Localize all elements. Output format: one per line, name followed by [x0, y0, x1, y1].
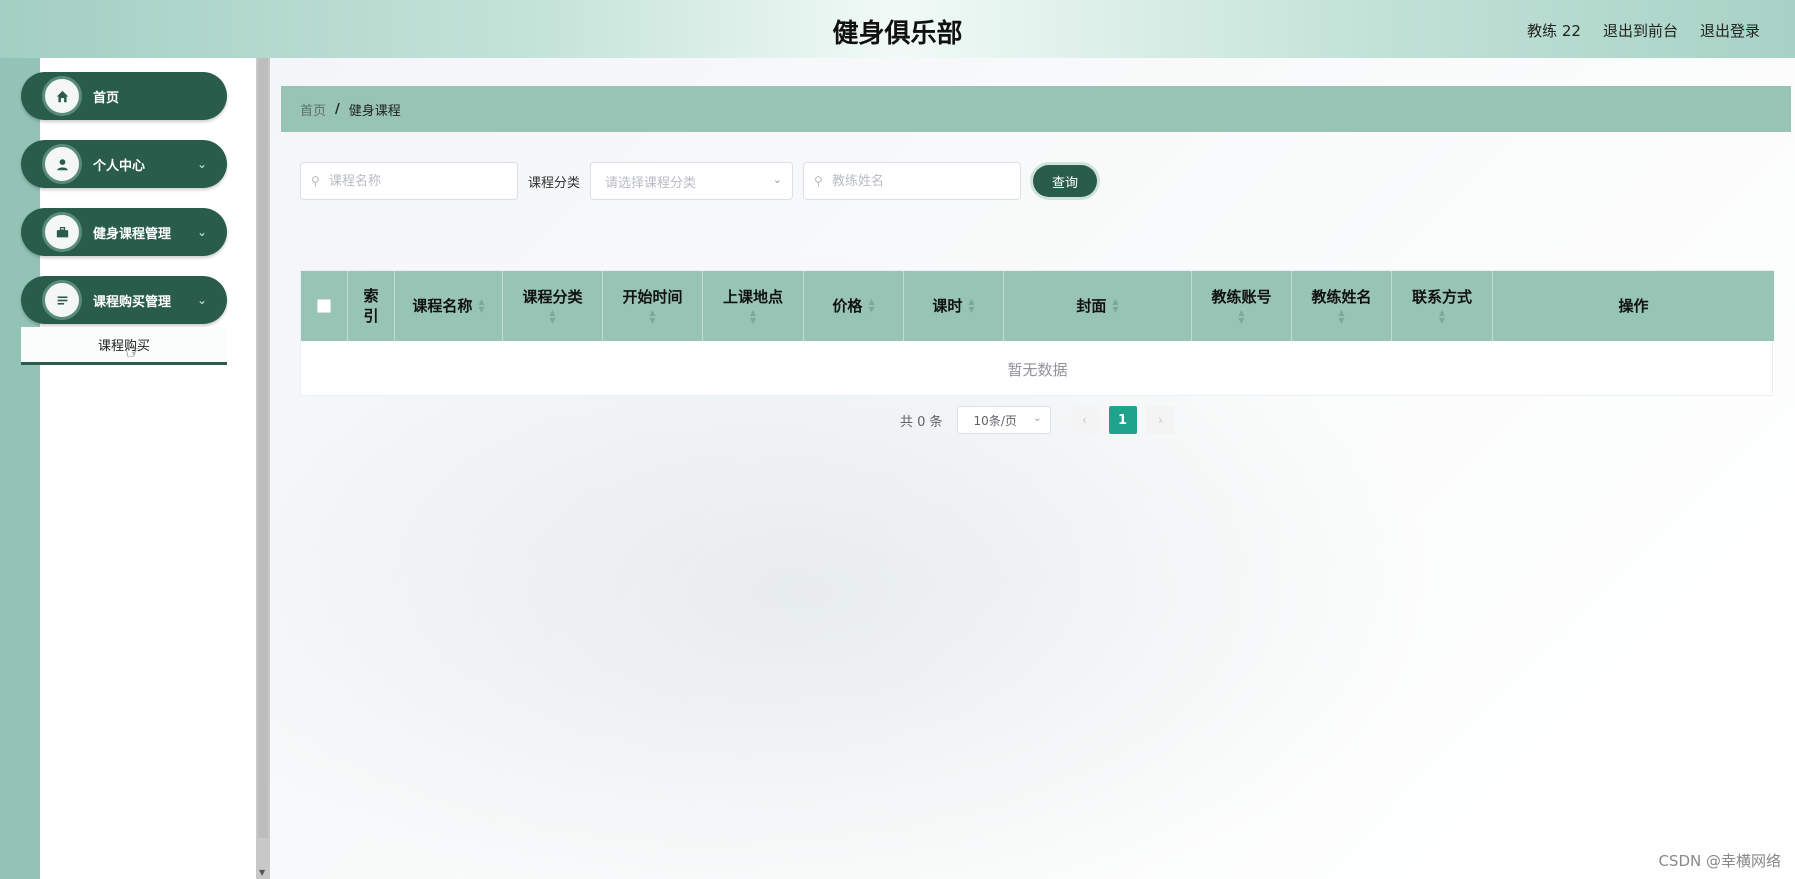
select-all-checkbox[interactable] — [317, 299, 331, 313]
chevron-down-icon: ⌄ — [196, 157, 207, 171]
category-select-placeholder: 请选择课程分类 — [605, 175, 697, 191]
chevron-down-icon: ⌄ — [772, 173, 783, 186]
column-header-contact[interactable]: 联系方式 ▲ ▼ — [1392, 271, 1493, 341]
column-header-index: 索引 — [348, 271, 395, 341]
column-label: 索引 — [363, 287, 379, 325]
column-label: 教练姓名 — [1311, 288, 1372, 306]
sort-icon[interactable]: ▲ ▼ — [649, 309, 655, 325]
column-header-course-name[interactable]: 课程名称 ▲ ▼ — [395, 271, 503, 341]
sidebar-item-personal-center[interactable]: 个人中心 ⌄ — [21, 140, 227, 188]
breadcrumb-separator: / — [335, 101, 340, 117]
page-number-current[interactable]: 1 — [1108, 406, 1137, 434]
sort-icon[interactable]: ▲ ▼ — [1112, 298, 1118, 314]
prev-page-button[interactable]: ‹ — [1070, 406, 1099, 434]
chevron-down-icon: ⌄ — [1033, 413, 1042, 424]
column-header-start-time[interactable]: 开始时间 ▲ ▼ — [603, 271, 703, 341]
column-label: 课时 — [932, 297, 963, 315]
sort-icon[interactable]: ▲ ▼ — [868, 298, 874, 314]
scroll-down-arrow-icon[interactable]: ▼ — [259, 868, 265, 877]
column-label: 联系方式 — [1411, 288, 1472, 306]
sort-icon[interactable]: ▲ ▼ — [549, 309, 555, 325]
column-header-actions: 操作 — [1493, 271, 1774, 341]
submenu-item-course-purchase[interactable]: 课程购买 — [21, 327, 227, 365]
column-header-coach-account[interactable]: 教练账号 ▲ ▼ — [1192, 271, 1292, 341]
category-select[interactable]: 请选择课程分类 ⌄ — [590, 162, 794, 200]
select-all-cell — [301, 271, 348, 341]
briefcase-icon — [42, 212, 82, 252]
column-label: 价格 — [832, 297, 863, 315]
table-header: 索引 课程名称 ▲ ▼ 课程分类 ▲ ▼ 开始时间 ▲ ▼ 上课地点 ▲ ▼ 价格 ▲ ▼ — [301, 271, 1774, 341]
sidebar-item-label: 首页 — [93, 90, 120, 106]
top-header: 健身俱乐部 教练 22 退出到前台 退出登录 — [0, 0, 1795, 58]
column-header-price[interactable]: 价格 ▲ ▼ — [804, 271, 904, 341]
total-count: 共 0 条 — [900, 414, 943, 430]
search-icon: ⚲ — [311, 174, 320, 188]
sort-icon[interactable]: ▲ ▼ — [750, 309, 756, 325]
pagination: 共 0 条 10条/页 ⌄ ‹ 1 › — [900, 406, 1175, 434]
next-page-button[interactable]: › — [1146, 406, 1175, 434]
empty-state: 暂无数据 — [1007, 360, 1068, 379]
user-name: 教练 22 — [1527, 22, 1581, 40]
category-label: 课程分类 — [528, 175, 581, 191]
user-icon — [42, 144, 82, 184]
course-name-search: ⚲ — [300, 162, 518, 200]
breadcrumb-current: 健身课程 — [348, 103, 401, 119]
column-label: 上课地点 — [722, 288, 783, 306]
sidebar-item-course-management[interactable]: 健身课程管理 ⌄ — [21, 208, 227, 256]
chevron-left-icon: ‹ — [1082, 413, 1087, 427]
coach-name-search: ⚲ — [803, 162, 1022, 200]
breadcrumb-home[interactable]: 首页 — [300, 100, 326, 119]
column-label: 封面 — [1076, 297, 1107, 315]
main-content: 首页 / 健身课程 ⚲ 课程分类 请选择课程分类 ⌄ ⚲ 查询 索引 课程 — [270, 58, 1795, 879]
search-bar: ⚲ 课程分类 请选择课程分类 ⌄ ⚲ 查询 — [300, 162, 1098, 200]
list-icon — [42, 280, 82, 320]
left-accent-strip — [0, 0, 40, 879]
column-header-hours[interactable]: 课时 ▲ ▼ — [904, 271, 1004, 341]
chevron-down-icon: ⌄ — [196, 225, 207, 239]
column-header-location[interactable]: 上课地点 ▲ ▼ — [703, 271, 804, 341]
sidebar-item-purchase-management[interactable]: 课程购买管理 ⌄ — [21, 276, 227, 324]
sidebar-scrollbar[interactable]: ▼ — [256, 58, 270, 879]
column-label: 教练账号 — [1211, 288, 1272, 306]
app-title: 健身俱乐部 — [832, 19, 963, 49]
column-label: 课程分类 — [522, 288, 583, 306]
coach-name-input[interactable] — [804, 163, 1021, 199]
column-header-category[interactable]: 课程分类 ▲ ▼ — [503, 271, 603, 341]
search-icon: ⚲ — [814, 174, 823, 188]
sort-icon[interactable]: ▲ ▼ — [478, 298, 484, 314]
column-label: 课程名称 — [412, 297, 473, 315]
course-table: 索引 课程名称 ▲ ▼ 课程分类 ▲ ▼ 开始时间 ▲ ▼ 上课地点 ▲ ▼ 价格 ▲ ▼ — [300, 270, 1774, 396]
course-name-input[interactable] — [301, 163, 517, 199]
chevron-down-icon: ⌄ — [196, 293, 207, 307]
breadcrumb: 首页 / 健身课程 — [281, 86, 1791, 132]
scrollbar-thumb[interactable] — [258, 58, 268, 838]
logout-link[interactable]: 退出登录 — [1700, 20, 1760, 41]
sidebar-item-label: 健身课程管理 — [93, 226, 172, 242]
sort-icon[interactable]: ▲ ▼ — [968, 298, 974, 314]
chevron-right-icon: › — [1158, 413, 1163, 427]
column-label: 操作 — [1618, 297, 1649, 315]
sort-icon[interactable]: ▲ ▼ — [1338, 309, 1344, 325]
query-button[interactable]: 查询 — [1033, 165, 1098, 197]
sort-icon[interactable]: ▲ ▼ — [1238, 309, 1244, 325]
home-icon — [42, 76, 82, 116]
watermark: CSDN @幸横网络 — [1658, 852, 1781, 870]
column-header-cover[interactable]: 封面 ▲ ▼ — [1004, 271, 1192, 341]
sort-icon[interactable]: ▲ ▼ — [1439, 309, 1445, 325]
column-header-coach-name[interactable]: 教练姓名 ▲ ▼ — [1292, 271, 1392, 341]
hand-cursor-icon: ☞ — [125, 342, 142, 363]
sidebar-item-label: 个人中心 — [93, 158, 146, 174]
header-links: 教练 22 退出到前台 退出登录 — [1527, 20, 1760, 41]
page-size-value: 10条/页 — [973, 413, 1017, 428]
column-label: 开始时间 — [622, 288, 683, 306]
sidebar-item-label: 课程购买管理 — [93, 294, 172, 310]
sidebar-item-home[interactable]: 首页 — [21, 72, 227, 120]
exit-to-front-link[interactable]: 退出到前台 — [1603, 20, 1678, 41]
page-size-select[interactable]: 10条/页 ⌄ — [956, 406, 1051, 434]
